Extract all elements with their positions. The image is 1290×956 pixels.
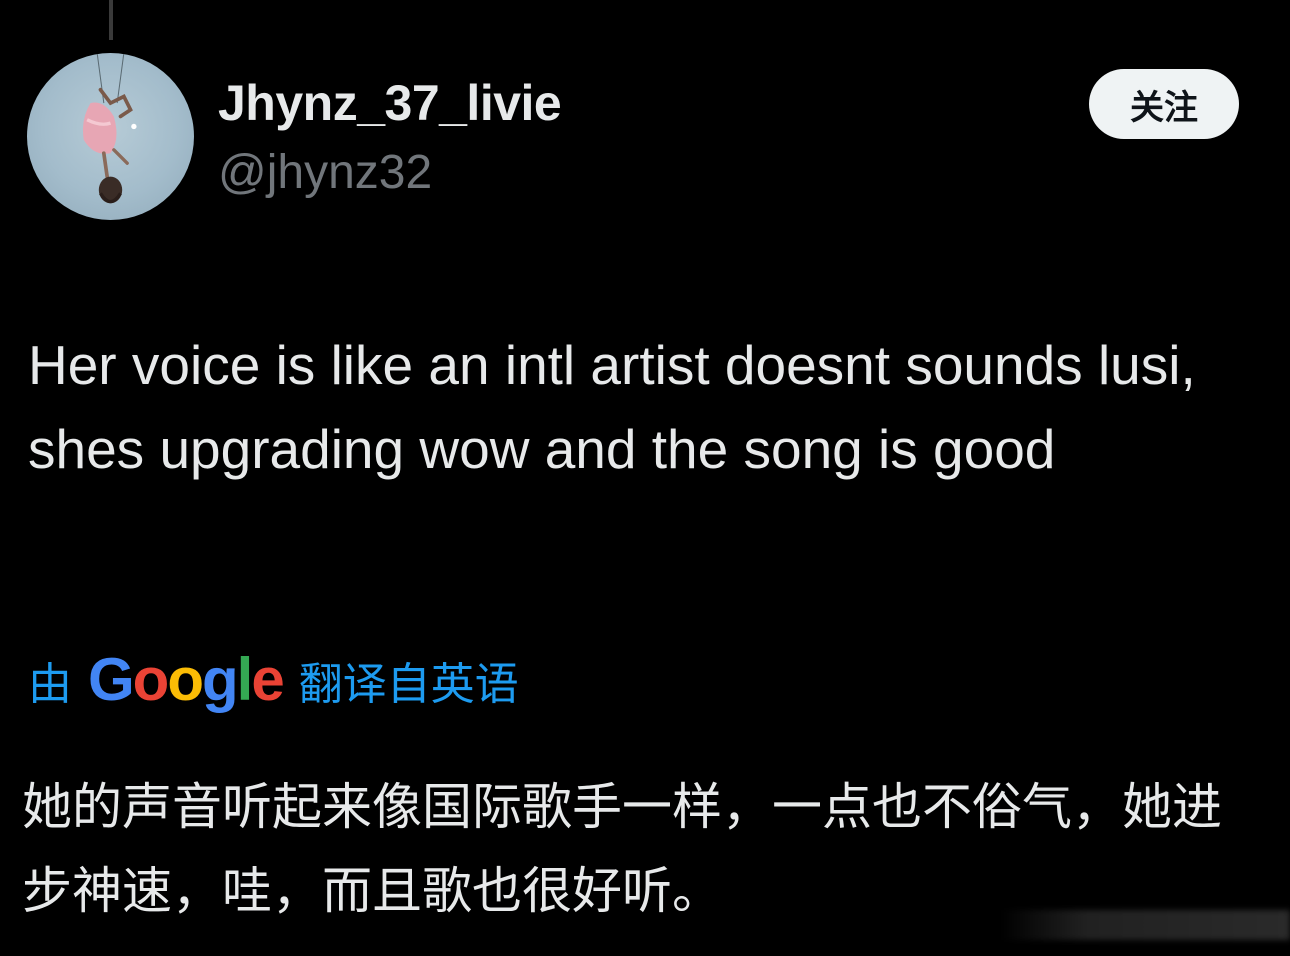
translation-attribution[interactable]: 由 Google 翻译自英语	[28, 640, 519, 720]
google-logo-letter: l	[236, 646, 254, 713]
google-logo-letter: o	[167, 646, 204, 713]
google-logo-letter: g	[201, 646, 239, 713]
google-logo-letter: G	[88, 646, 135, 713]
tweet-text: Her voice is like an intl artist doesnt …	[28, 334, 1196, 480]
translated-tweet-text: 她的声音听起来像国际歌手一样，一点也不俗气，她进步神速，哇，而且歌也很好听。	[22, 778, 1222, 920]
google-logo-icon: Google	[88, 650, 285, 710]
translation-by-label: 由	[28, 659, 72, 710]
google-logo-letter: o	[132, 646, 170, 713]
follow-button[interactable]: 关注	[1089, 69, 1239, 139]
avatar-photo-icon	[82, 53, 137, 204]
thread-connector-line	[109, 0, 113, 40]
translated-from-english-label: 翻译自英语	[298, 659, 519, 710]
google-logo-letter: e	[251, 646, 284, 713]
author-display-name[interactable]: Jhynz_37_livie	[218, 74, 562, 132]
author-handle[interactable]: @jhynz32	[218, 145, 432, 200]
avatar[interactable]	[27, 53, 194, 220]
watermark	[1000, 910, 1290, 940]
